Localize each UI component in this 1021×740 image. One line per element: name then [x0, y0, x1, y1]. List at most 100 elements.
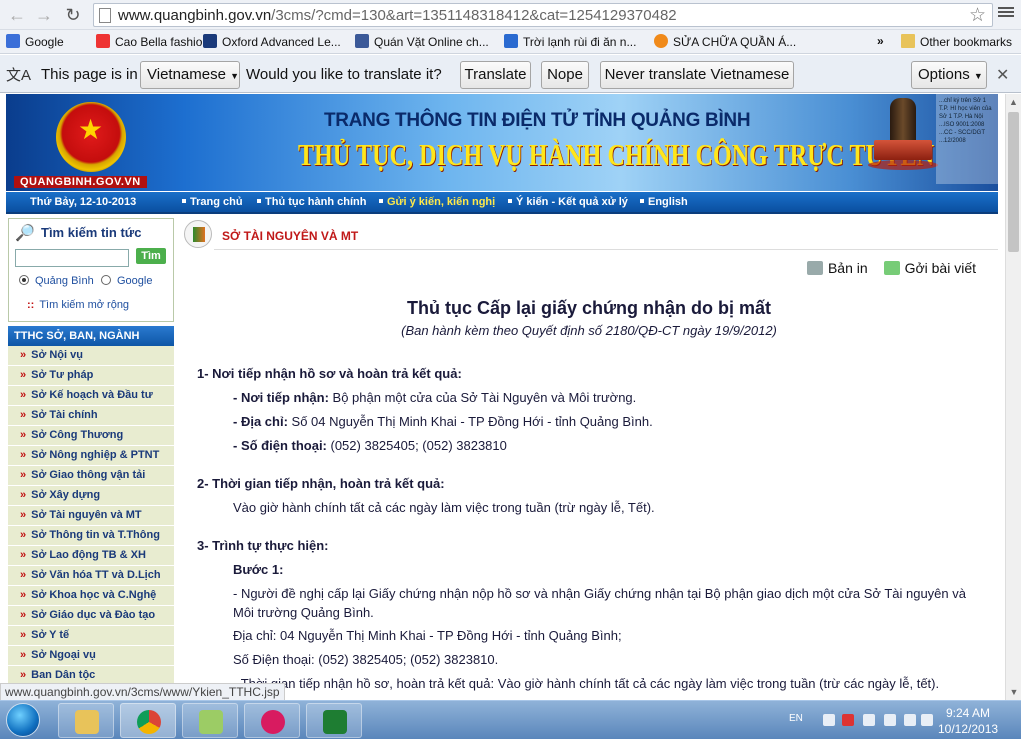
bookmark-quan-vat[interactable]: Quán Vặt Online ch...	[355, 34, 489, 49]
translate-icon: 文A	[6, 67, 32, 84]
tray-chevron-icon[interactable]	[823, 714, 835, 726]
search-title: Tìm kiếm tin tức	[41, 225, 142, 240]
search-input[interactable]	[15, 249, 129, 267]
sidebar-category-item[interactable]: Sở Công Thương	[8, 426, 174, 446]
sidebar-category-item[interactable]: Sở Khoa học và C.Nghệ	[8, 586, 174, 606]
sidebar-category-item[interactable]: Sở Tư pháp	[8, 366, 174, 386]
close-icon[interactable]: ✕	[996, 65, 1009, 85]
network-signal-icon[interactable]	[921, 714, 933, 726]
article-tools: Bản in Gởi bài viết	[795, 260, 976, 276]
step-1-paragraph-1: - Người đề nghị cấp lại Giấy chứng nhận …	[233, 586, 966, 620]
sidebar-category-item[interactable]: Sở Xây dựng	[8, 486, 174, 506]
sidebar-category-item[interactable]: Sở Văn hóa TT và D.Lịch	[8, 566, 174, 586]
bookmark-oxford[interactable]: Oxford Advanced Le...	[203, 34, 341, 49]
url-host: www.quangbinh.gov.vn	[118, 7, 272, 24]
advanced-search-link[interactable]: Tìm kiếm mở rộng	[27, 299, 129, 311]
sidebar-category-item[interactable]: Sở Tài nguyên và MT	[8, 506, 174, 526]
step-1-hours: - Thời gian tiếp nhận hồ sơ, hoàn trả kế…	[233, 676, 940, 691]
volume-icon[interactable]	[863, 714, 875, 726]
bookmark-favicon-icon	[96, 34, 110, 48]
taskbar-app-3[interactable]	[182, 703, 238, 738]
sidebar-category-item[interactable]: Sở Nông nghiệp & PTNT	[8, 446, 174, 466]
sidebar-category-item[interactable]: Sở Nội vụ	[8, 346, 174, 366]
bookmark-google[interactable]: Google	[6, 34, 64, 49]
sidebar-category-item[interactable]: Sở Giáo dục và Đào tạo	[8, 606, 174, 626]
nav-feedback[interactable]: Gửi ý kiến, kiến nghị	[379, 196, 495, 208]
bookmark-sua-chua[interactable]: SỬA CHỮA QUẦN Á...	[654, 34, 796, 49]
bookmark-star-icon[interactable]: ☆	[969, 4, 986, 27]
start-button[interactable]	[6, 703, 40, 737]
system-tray: EN 9:24 AM 10/12/2013	[780, 701, 1021, 740]
radio-google[interactable]: Google	[101, 275, 152, 287]
search-button[interactable]: Tìm	[136, 248, 166, 264]
stamp-icon	[868, 98, 940, 182]
heading-2: 2- Thời gian tiếp nhận, hoàn trả kết quả…	[197, 476, 445, 491]
language-select[interactable]: Vietnamese ▼	[140, 61, 240, 89]
sidebar-category-item[interactable]: Sở Giao thông vận tải	[8, 466, 174, 486]
taskbar-excel[interactable]	[306, 703, 362, 738]
windows-taskbar: EN 9:24 AM 10/12/2013	[0, 700, 1021, 739]
network-icon[interactable]	[884, 714, 896, 726]
bookmarks-overflow-chevron-icon[interactable]: »	[877, 34, 884, 48]
scroll-thumb[interactable]	[1008, 112, 1019, 252]
translate-question: Would you like to translate it?	[246, 66, 442, 83]
chevron-down-icon: ▼	[973, 71, 983, 81]
bookmark-troi-lanh[interactable]: Trời lạnh rùi đi ăn n...	[504, 34, 636, 49]
magnifier-icon: 🔎	[15, 225, 35, 242]
taskbar-chrome[interactable]	[120, 703, 176, 738]
step-1-phone: Số Điện thoại: (052) 3825405; (052) 3823…	[233, 652, 499, 667]
taskbar-itunes[interactable]	[244, 703, 300, 738]
scroll-up-arrow-icon[interactable]: ▲	[1006, 94, 1021, 110]
translate-prefix: This page is in	[41, 66, 138, 83]
options-button[interactable]: Options ▼	[911, 61, 987, 89]
nav-home[interactable]: Trang chủ	[182, 196, 243, 208]
sidebar-category-item[interactable]: Sở Lao động TB & XH	[8, 546, 174, 566]
section-title: SỞ TÀI NGUYÊN VÀ MT	[222, 229, 359, 243]
clock-time[interactable]: 9:24 AM	[946, 706, 990, 720]
radio-quang-binh[interactable]: Quảng Bình	[19, 275, 94, 287]
print-link[interactable]: Bản in	[806, 260, 868, 276]
sidebar-category-item[interactable]: Sở Y tế	[8, 626, 174, 646]
scroll-down-arrow-icon[interactable]: ▼	[1006, 684, 1021, 700]
section-divider	[214, 249, 998, 250]
nav-results[interactable]: Ý kiến - Kết quả xử lý	[508, 196, 628, 208]
flag-icon[interactable]	[842, 714, 854, 726]
bookmark-cao-bella[interactable]: Cao Bella fashion	[96, 34, 209, 49]
never-translate-button[interactable]: Never translate Vietnamese	[600, 61, 794, 89]
taskbar-explorer[interactable]	[58, 703, 114, 738]
vertical-scrollbar[interactable]: ▲ ▼	[1005, 94, 1021, 700]
browser-toolbar: ← → ↻ www.quangbinh.gov.vn/3cms/?cmd=130…	[0, 0, 1021, 30]
step-1-label: Bước 1:	[233, 562, 284, 577]
other-bookmarks[interactable]: Other bookmarks	[901, 34, 1012, 49]
back-arrow-icon[interactable]: ←	[6, 4, 28, 26]
section-header: SỞ TÀI NGUYÊN VÀ MT	[180, 218, 998, 250]
translate-button[interactable]: Translate	[460, 61, 531, 89]
forward-arrow-icon[interactable]: →	[33, 4, 55, 26]
clock-date[interactable]: 10/12/2013	[938, 722, 998, 736]
nav-english[interactable]: English	[640, 196, 688, 208]
sidebar-category-item[interactable]: Sở Tài chính	[8, 406, 174, 426]
url-text[interactable]: www.quangbinh.gov.vn/3cms/?cmd=130&art=1…	[118, 7, 677, 24]
phone: - Số điện thoại: (052) 3825405; (052) 38…	[233, 438, 507, 453]
menu-icon[interactable]	[998, 5, 1014, 21]
app-icon	[199, 710, 223, 734]
banner-title: THỦ TỤC, DỊCH VỤ HÀNH CHÍNH CÔNG TRỰC TU…	[298, 137, 935, 172]
sidebar-category-item[interactable]: Sở Ngoại vụ	[8, 646, 174, 666]
input-language[interactable]: EN	[789, 713, 803, 724]
page-icon	[99, 8, 111, 23]
sidebar-category-item[interactable]: Sở Thông tin và T.Thông	[8, 526, 174, 546]
nav-procedures[interactable]: Thủ tục hành chính	[257, 196, 366, 208]
reload-icon[interactable]: ↻	[62, 4, 84, 26]
address-bar[interactable]: www.quangbinh.gov.vn/3cms/?cmd=130&art=1…	[93, 3, 993, 27]
nope-button[interactable]: Nope	[541, 61, 589, 89]
main-content: SỞ TÀI NGUYÊN VÀ MT Bản in Gởi bài viết …	[180, 218, 998, 700]
document-subtitle: (Ban hành kèm theo Quyết định số 2180/QĐ…	[401, 323, 777, 338]
send-article-link[interactable]: Gởi bài viết	[883, 260, 976, 276]
chevron-down-icon: ▼	[230, 71, 240, 81]
sidebar-category-item[interactable]: Sở Kế hoạch và Đầu tư	[8, 386, 174, 406]
main-navigation: Thứ Bảy, 12-10-2013 Trang chủ Thủ tục hà…	[6, 192, 998, 214]
address: - Địa chỉ: Số 04 Nguyễn Thị Minh Khai - …	[233, 414, 653, 429]
display-icon[interactable]	[904, 714, 916, 726]
music-icon	[261, 710, 285, 734]
left-sidebar: 🔎 Tìm kiếm tin tức Tìm Quảng Bình Google…	[8, 218, 174, 700]
